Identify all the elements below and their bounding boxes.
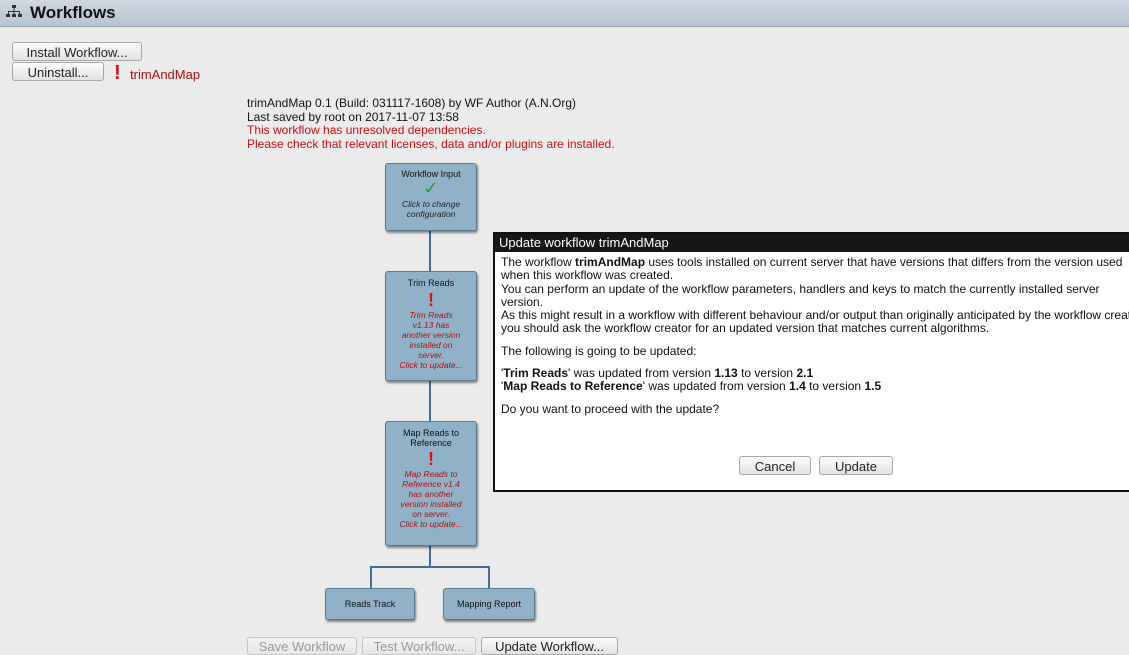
saved-line: Last saved by root on 2017-11-07 13:58 <box>247 109 459 124</box>
uninstall-button[interactable]: Uninstall... <box>12 62 104 81</box>
reads-track-node[interactable]: Reads Track <box>325 588 415 620</box>
cancel-button[interactable]: Cancel <box>739 456 811 475</box>
dialog-text: The following is going to be updated: <box>501 343 697 358</box>
update-workflow-dialog: Update workflow trimAndMap The workflow … <box>493 232 1129 492</box>
node-sub: on server. <box>412 509 450 519</box>
save-workflow-button[interactable]: Save Workflow <box>247 637 357 655</box>
version-from: 1.13 <box>714 366 738 381</box>
connector-line <box>429 381 431 421</box>
workflow-list-item-trimandmap[interactable]: trimAndMap <box>130 67 200 82</box>
node-sub: Reference v1.4 <box>402 479 460 489</box>
connector-line <box>429 546 431 566</box>
dependency-warning: This workflow has unresolved dependencie… <box>247 123 486 137</box>
dialog-text: The workflow <box>501 255 576 269</box>
connector-line <box>370 566 490 568</box>
dialog-text: version. <box>501 294 544 309</box>
dialog-text: As this might result in a workflow with … <box>501 308 1129 323</box>
version-to: 2.1 <box>796 366 814 381</box>
node-sub: version installed <box>400 499 462 509</box>
node-sub: installed on <box>409 340 453 350</box>
node-sub: Trim Reads <box>409 310 453 320</box>
version-line: trimAndMap 0.1 (Build: 031117-1608) by W… <box>247 96 577 110</box>
tool-name: Trim Reads <box>503 366 568 381</box>
dialog-text: you should ask the workflow creator for … <box>501 321 990 336</box>
connector-line <box>370 566 372 588</box>
node-title: Mapping Report <box>456 599 522 609</box>
node-sub: Click to update... <box>399 360 463 370</box>
version-to: 1.5 <box>864 379 882 394</box>
dialog-question: Do you want to proceed with the update? <box>501 401 720 416</box>
dialog-text: to version <box>737 366 797 381</box>
dialog-text: to version <box>805 379 865 394</box>
connector-line <box>488 566 490 588</box>
dialog-text: when this workflow was created. <box>501 268 674 283</box>
dialog-text: ' was updated from version <box>568 366 715 381</box>
node-title: Reads Track <box>344 599 396 609</box>
map-reads-node[interactable]: Map Reads to Reference ! Map Reads to Re… <box>385 421 477 546</box>
node-title: Reference <box>410 438 452 448</box>
workflow-input-node[interactable]: Workflow Input ✓ Click to change configu… <box>385 163 477 231</box>
workflow-details: trimAndMap 0.1 (Build: 031117-1608) by W… <box>247 96 615 151</box>
warning-icon: ! <box>428 449 434 469</box>
node-sub: another version <box>401 330 461 340</box>
license-warning: Please check that relevant licenses, dat… <box>247 136 615 151</box>
test-workflow-button[interactable]: Test Workflow... <box>362 637 476 655</box>
node-sub: configuration <box>406 209 456 219</box>
window-title: Workflows <box>30 3 116 22</box>
tool-name: Map Reads to Reference <box>503 379 643 394</box>
node-sub: has another <box>408 489 454 499</box>
update-workflow-button[interactable]: Update Workflow... <box>481 637 618 655</box>
trim-reads-node[interactable]: Trim Reads ! Trim Reads v1.13 has anothe… <box>385 271 477 381</box>
mapping-report-node[interactable]: Mapping Report <box>443 588 535 620</box>
check-icon: ✓ <box>423 178 439 198</box>
node-sub: Click to change <box>401 199 461 209</box>
dialog-body: The workflow trimAndMap uses tools insta… <box>501 255 1129 425</box>
version-from: 1.4 <box>789 379 806 394</box>
title-bar: Workflows <box>0 0 1129 27</box>
error-icon: ! <box>114 62 121 84</box>
node-title: Trim Reads <box>407 278 455 288</box>
install-workflow-button[interactable]: Install Workflow... <box>12 42 142 61</box>
workflow-tree-icon <box>6 5 22 17</box>
workflow-name: trimAndMap <box>575 255 646 269</box>
node-title: Map Reads to <box>402 428 460 438</box>
dialog-title: Update workflow trimAndMap <box>495 234 1129 252</box>
warning-icon: ! <box>428 290 434 310</box>
dialog-text: You can perform an update of the workflo… <box>501 281 1100 296</box>
node-sub: v1.13 has <box>412 320 450 330</box>
connector-line <box>429 231 431 271</box>
dialog-text: uses tools installed on current server t… <box>645 255 1123 269</box>
node-sub: Map Reads to <box>404 469 458 479</box>
update-button[interactable]: Update <box>819 456 893 475</box>
node-sub: server. <box>418 350 444 360</box>
node-sub: Click to update... <box>399 519 463 529</box>
dialog-text: ' was updated from version <box>642 379 790 394</box>
